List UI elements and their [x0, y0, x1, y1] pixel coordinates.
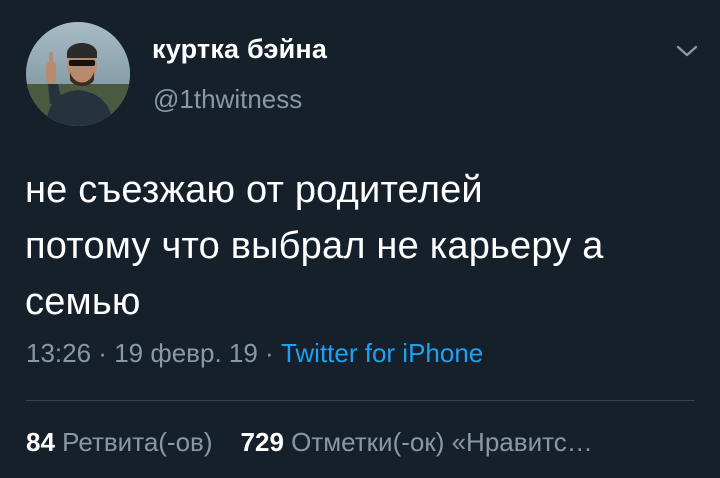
avatar-image [26, 22, 130, 126]
avatar[interactable] [26, 22, 130, 126]
meta-separator: · [91, 338, 115, 368]
likes-stat[interactable]: 729 Отметки(-ок) «Нравитс… [241, 427, 593, 457]
likes-count: 729 [240, 427, 284, 457]
likes-label: Отметки(-ок) «Нравитс… [291, 427, 593, 457]
tweet-source-link[interactable]: Twitter for iPhone [281, 338, 483, 368]
tweet-stats: 84 Ретвита(-ов) 729 Отметки(-ок) «Нравитс… [26, 427, 593, 458]
tweet-text-line: не съезжаю от родителей [25, 169, 483, 211]
tweet-text-line: потому что выбрал не карьеру а [25, 225, 604, 267]
retweets-stat[interactable]: 84 Ретвита(-ов) [26, 427, 213, 457]
tweet-time[interactable]: 13:26 [26, 338, 91, 368]
tweet-date[interactable]: 19 февр. 19 [114, 338, 258, 368]
meta-separator: · [257, 338, 281, 368]
user-handle[interactable]: @1thwitness [153, 84, 302, 115]
tweet-metadata: 13:26 · 19 февр. 19 · Twitter for iPhone [26, 338, 483, 369]
tweet-text-line: семью [25, 281, 141, 323]
divider [26, 400, 695, 401]
retweets-label: Ретвита(-ов) [62, 427, 213, 457]
tweet-detail: куртка бэйна @1thwitness не съезжаю от р… [0, 0, 720, 478]
tweet-text: не съезжаю от родителей потому что выбра… [25, 162, 705, 330]
retweets-count: 84 [26, 427, 55, 457]
chevron-down-icon[interactable] [670, 36, 704, 66]
display-name[interactable]: куртка бэйна [152, 34, 327, 65]
